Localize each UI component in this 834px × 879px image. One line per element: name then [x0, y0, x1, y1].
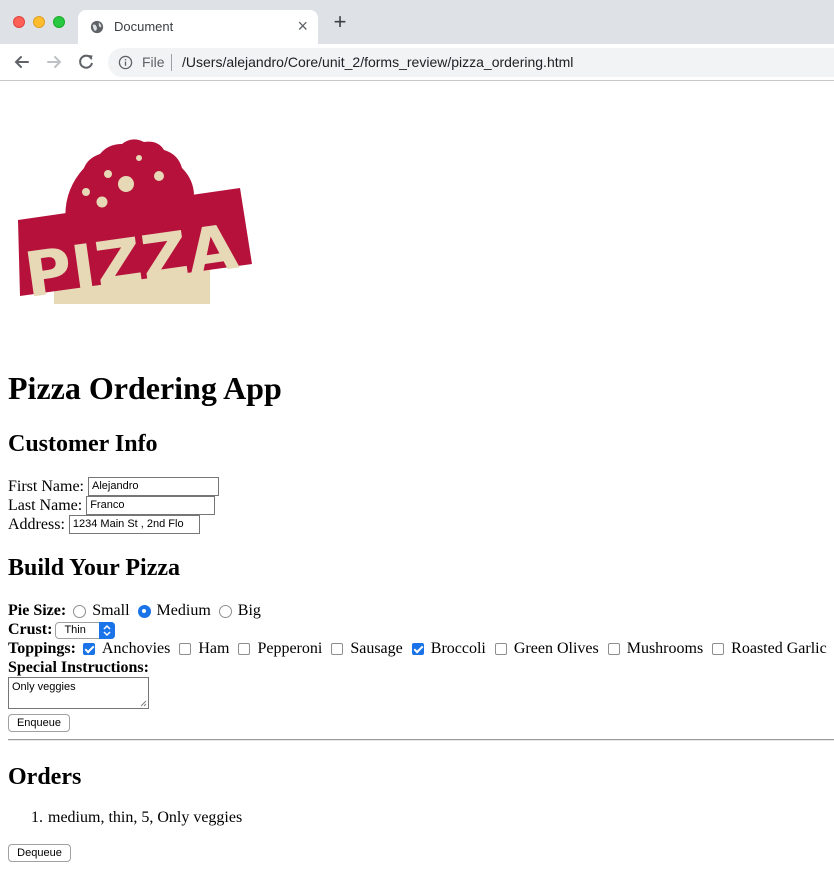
crust-label: Crust: — [8, 621, 53, 638]
last-name-row: Last Name: Franco — [8, 496, 216, 515]
forward-arrow-icon[interactable] — [44, 52, 64, 72]
last-name-input[interactable]: Franco — [86, 496, 216, 515]
select-arrows-icon — [99, 621, 116, 639]
topping-roasted-garlic-checkbox[interactable] — [712, 643, 725, 655]
browser-tab[interactable]: Document × — [78, 10, 318, 44]
toppings-row: Toppings: Anchovies Ham Pepperoni Sausag… — [8, 640, 834, 658]
orders-list: 1. medium, thin, 5, Only veggies — [8, 809, 242, 827]
topping-broccoli-label: Broccoli — [430, 640, 486, 657]
special-instructions-row: Special Instructions: — [8, 659, 149, 677]
address-label: Address: — [8, 515, 65, 533]
pie-size-row: Pie Size: Small Medium Big — [8, 602, 267, 620]
topping-anchovies-checkbox[interactable] — [82, 643, 95, 655]
tab-title: Document — [114, 19, 174, 34]
pie-size-small-radio[interactable] — [73, 604, 87, 618]
topping-green-olives-checkbox[interactable] — [494, 643, 507, 655]
maximize-window-button[interactable] — [53, 16, 65, 28]
special-instructions-textarea[interactable]: Only veggies — [8, 677, 149, 709]
address-row: Address: 1234 Main St , 2nd Flo — [8, 515, 200, 534]
first-name-input[interactable]: Alejandro — [88, 477, 219, 496]
orders-heading: Orders — [8, 764, 82, 790]
last-name-label: Last Name: — [8, 496, 83, 514]
pie-size-big-label: Big — [237, 602, 261, 619]
minimize-window-button[interactable] — [33, 16, 45, 28]
pie-size-small-label: Small — [92, 602, 130, 619]
crust-select[interactable]: Thin — [55, 621, 116, 639]
customer-info-heading: Customer Info — [8, 431, 158, 457]
crust-row: Crust: Thin — [8, 621, 116, 639]
topping-green-olives-label: Green Olives — [513, 640, 599, 657]
topping-anchovies-label: Anchovies — [101, 640, 171, 657]
pie-size-label: Pie Size: — [8, 602, 67, 619]
pie-size-medium-radio[interactable] — [137, 604, 151, 618]
back-arrow-icon[interactable] — [12, 52, 32, 72]
crust-select-value: Thin — [64, 624, 86, 636]
topping-roasted-garlic-label: Roasted Garlic — [731, 640, 827, 657]
resize-grip-icon[interactable] — [140, 700, 147, 707]
build-pizza-heading: Build Your Pizza — [8, 555, 181, 581]
tab-close-button[interactable]: × — [297, 16, 308, 37]
topping-ham-label: Ham — [198, 640, 230, 657]
order-text: medium, thin, 5, Only veggies — [48, 809, 243, 826]
page-title: Pizza Ordering App — [8, 370, 282, 406]
globe-icon — [90, 20, 104, 34]
topping-mushrooms-checkbox[interactable] — [607, 643, 620, 655]
topping-mushrooms-label: Mushrooms — [626, 640, 704, 657]
info-icon[interactable] — [118, 55, 133, 70]
browser-toolbar: File /Users/alejandro/Core/unit_2/forms_… — [0, 44, 834, 81]
new-tab-button[interactable]: + — [330, 11, 350, 33]
toppings-label: Toppings: — [8, 640, 76, 657]
address-bar[interactable]: File /Users/alejandro/Core/unit_2/forms_… — [108, 48, 834, 77]
topping-pepperoni-label: Pepperoni — [257, 640, 323, 657]
pie-size-big-radio[interactable] — [218, 604, 232, 618]
topping-sausage-checkbox[interactable] — [331, 643, 344, 655]
special-instructions-label: Special Instructions: — [8, 659, 149, 676]
topping-pepperoni-checkbox[interactable] — [238, 643, 251, 655]
close-window-button[interactable] — [13, 16, 25, 28]
topping-sausage-label: Sausage — [350, 640, 403, 657]
address-input[interactable]: 1234 Main St , 2nd Flo — [68, 515, 200, 534]
special-instructions-value: Only veggies — [12, 681, 76, 693]
url-scheme-label: File — [142, 54, 165, 70]
dequeue-button[interactable]: Dequeue — [8, 844, 71, 862]
reload-icon[interactable] — [76, 52, 96, 72]
url-text[interactable]: /Users/alejandro/Core/unit_2/forms_revie… — [182, 54, 573, 70]
divider — [8, 739, 834, 741]
pizza-logo: PIZZA — [18, 139, 252, 304]
enqueue-button[interactable]: Enqueue — [8, 714, 70, 732]
topping-broccoli-checkbox[interactable] — [411, 643, 424, 655]
pie-size-medium-label: Medium — [156, 602, 211, 619]
browser-tabbar: Document × + — [0, 0, 834, 44]
topping-ham-checkbox[interactable] — [179, 643, 192, 655]
first-name-row: First Name: Alejandro — [8, 477, 219, 496]
list-item: 1. medium, thin, 5, Only veggies — [8, 809, 242, 827]
order-number: 1. — [31, 809, 43, 826]
url-separator — [171, 54, 172, 71]
first-name-label: First Name: — [8, 477, 84, 495]
